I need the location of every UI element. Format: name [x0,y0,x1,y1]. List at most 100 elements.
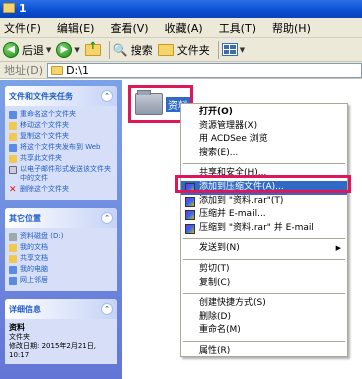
address-bar: 地址(D) D:\1 [0,62,362,79]
menu-separator [183,340,345,342]
dropdown-arrow-icon[interactable]: ▼ [46,46,51,54]
place-shared-documents[interactable]: 共享文档 [9,254,113,263]
task-email-files[interactable]: 以电子邮件形式发送该文件夹中的文件 [9,165,113,183]
context-menu-label: 压缩到 "资料.rar" 并 E-mail [199,222,314,233]
collapse-chevron-icon[interactable]: ⌃ [101,303,113,315]
menu-bar: 文件(F) 编辑(E) 查看(V) 收藏(A) 工具(T) 帮助(H) [0,18,362,38]
context-menu: 打开(O) 资源管理器(X) 用 ACDSee 浏览 搜索(E)... 共享和安全(H)… [180,103,348,357]
place-data-disk[interactable]: 资料磁盘 (D:) [9,232,113,241]
other-places-header[interactable]: 其它位置 ⌃ [5,208,117,228]
forward-button[interactable]: ▶ ▼ [56,40,80,60]
search-label: 搜索 [130,43,153,57]
details-item-type: 文件夹 [9,333,30,341]
context-menu-item[interactable]: 重命名(M) [181,324,347,338]
context-menu-item[interactable]: 压缩并 E-mail... [181,208,347,222]
context-menu-item[interactable]: 用 ACDSee 浏览 [181,133,347,147]
folders-button[interactable]: 文件夹 [157,40,210,60]
place-my-documents[interactable]: 我的文档 [9,243,113,252]
forward-arrow-icon: ▶ [56,41,73,58]
file-tasks-header[interactable]: 文件和文件夹任务 ⌃ [5,86,117,106]
context-menu-label: 重命名(M) [199,325,241,336]
address-value: D:\1 [66,63,89,77]
menu-separator [183,163,345,165]
context-menu-label: 添加到 "资料.rar"(T) [199,195,284,206]
folder-icon [135,90,163,115]
menu-help[interactable]: 帮助(H) [272,20,311,36]
context-menu-item[interactable]: 压缩到 "资料.rar" 并 E-mail [181,222,347,236]
file-tasks-panel: 文件和文件夹任务 ⌃ 重命名这个文件夹 移动这个文件夹 复制这个文件夹 将这个文… [5,86,117,200]
delete-x-icon: ✕ [9,185,17,195]
context-menu-item[interactable]: 属性(R) [181,345,347,359]
winrar-icon [185,210,195,221]
context-menu-label: 打开(O) [199,107,233,117]
task-label: 删除这个文件夹 [20,185,69,193]
context-menu-label: 搜索(E)... [199,147,239,158]
task-move-folder[interactable]: 移动这个文件夹 [9,121,113,130]
rename-icon [9,111,17,119]
title-bar: 1 [0,0,362,18]
up-button[interactable]: ↑ [84,40,101,60]
task-pane: 文件和文件夹任务 ⌃ 重命名这个文件夹 移动这个文件夹 复制这个文件夹 将这个文… [0,80,122,379]
menu-favorites[interactable]: 收藏(A) [165,20,203,36]
details-title: 详细信息 [9,304,41,314]
share-icon [9,155,17,163]
menu-file[interactable]: 文件(F) [4,20,41,36]
disk-icon [9,233,17,241]
shared-folder-icon [9,255,17,263]
search-icon: 🔍 [112,42,128,57]
task-copy-folder[interactable]: 复制这个文件夹 [9,132,113,141]
collapse-chevron-icon[interactable]: ⌃ [101,90,113,102]
back-arrow-icon: ◀ [3,41,19,58]
place-label: 我的文档 [20,243,48,251]
task-delete-folder[interactable]: ✕ 删除这个文件夹 [9,185,113,195]
search-button[interactable]: 🔍 搜索 [113,40,153,60]
other-places-panel: 其它位置 ⌃ 资料磁盘 (D:) 我的文档 共享文档 我的电脑 网上邻居 [5,208,117,291]
context-menu-label: 剪切(T) [199,263,230,274]
collapse-chevron-icon[interactable]: ⌃ [101,212,113,224]
context-menu-item[interactable]: 创建快捷方式(S) [181,297,347,311]
menu-separator [183,293,345,295]
task-share-folder[interactable]: 共享此文件夹 [9,154,113,163]
place-my-computer[interactable]: 我的电脑 [9,265,113,274]
context-menu-label: 复制(C) [199,277,231,288]
menu-view[interactable]: 查看(V) [110,20,148,36]
task-label: 以电子邮件形式发送该文件夹中的文件 [20,165,111,182]
task-publish-web[interactable]: 将这个文件夹发布到 Web [9,143,113,152]
globe-icon [9,144,17,152]
context-menu-item[interactable]: 打开(O) [181,106,347,120]
context-menu-item[interactable]: 复制(C) [181,277,347,291]
menu-tools[interactable]: 工具(T) [219,20,256,36]
context-menu-label: 属性(R) [199,345,231,356]
folder-icon [51,65,64,75]
context-menu-item[interactable]: 搜索(E)... [181,147,347,161]
place-label: 我的电脑 [20,265,48,273]
menu-edit[interactable]: 编辑(E) [57,20,95,36]
dropdown-arrow-icon[interactable]: ▼ [240,46,245,54]
task-label: 移动这个文件夹 [20,121,69,129]
views-icon [221,43,238,56]
menu-separator [183,258,345,260]
context-menu-item[interactable]: 剪切(T) [181,263,347,277]
folders-label: 文件夹 [176,43,210,57]
context-menu-item[interactable]: 发送到(N) ▶ [181,242,347,256]
copy-folder-icon [9,133,17,141]
winrar-icon [185,223,195,234]
task-rename-folder[interactable]: 重命名这个文件夹 [9,110,113,119]
views-button[interactable]: ▼ [221,40,245,60]
place-label: 网上邻居 [20,276,48,284]
context-menu-label: 删除(D) [199,311,231,322]
details-item-name: 资料 [9,323,25,332]
context-menu-item[interactable]: 添加到 "资料.rar"(T) [181,195,347,209]
context-menu-label: 发送到(N) [199,243,240,254]
details-header[interactable]: 详细信息 ⌃ [5,299,117,319]
place-network[interactable]: 网上邻居 [9,276,113,285]
toolbar-separator [217,40,219,59]
documents-folder-icon [9,244,17,252]
address-input[interactable]: D:\1 [47,62,362,78]
dropdown-arrow-icon[interactable]: ▼ [74,46,79,54]
place-label: 共享文档 [20,254,48,262]
context-menu-item[interactable]: 删除(D) [181,311,347,325]
menu-separator [183,238,345,240]
back-button[interactable]: ◀ 后退 ▼ [3,40,51,60]
context-menu-item[interactable]: 资源管理器(X) [181,120,347,134]
